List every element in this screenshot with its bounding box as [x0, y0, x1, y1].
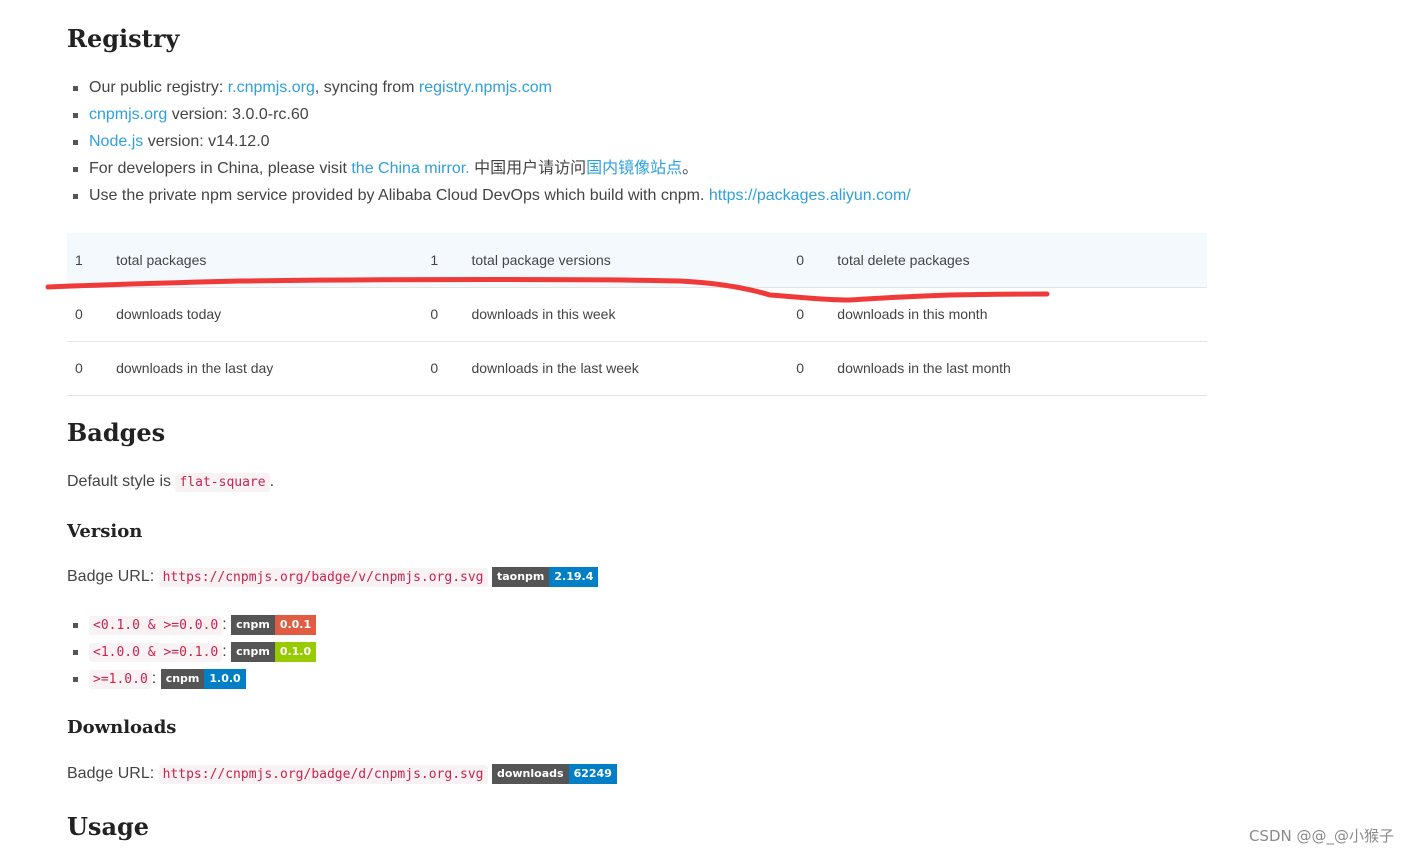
text: For developers in China, please visit — [89, 160, 352, 177]
default-style-text: Default style is flat-square. — [67, 470, 274, 495]
code-range: <1.0.0 & >=0.1.0 — [89, 643, 223, 662]
stat-value: 1 — [430, 251, 439, 268]
stat-label: downloads in the last week — [471, 360, 639, 376]
version-heading: Version — [67, 521, 143, 542]
list-item-cnpmjs-version: cnpmjs.org version: 3.0.0-rc.60 — [67, 103, 911, 130]
stats-table: 1 total packages 1 total package version… — [67, 233, 1207, 396]
list-item-china-mirror: For developers in China, please visit th… — [67, 157, 911, 184]
range-badge: cnpm 0.1.0 — [231, 641, 317, 662]
watermark: CSDN @@_@小猴子 — [1248, 827, 1394, 845]
badge-left: taonpm — [491, 566, 550, 587]
stat-value: 0 — [430, 306, 439, 322]
code-range: <0.1.0 & >=0.0.0 — [89, 616, 223, 635]
table-row: 1 total packages 1 total package version… — [67, 233, 1207, 287]
downloads-heading: Downloads — [67, 717, 177, 738]
badge-left: cnpm — [231, 641, 275, 662]
registry-heading: Registry — [67, 24, 180, 53]
stat-value: 0 — [796, 251, 804, 268]
text: Badge URL: — [67, 568, 159, 585]
badge-right: 0.0.1 — [274, 614, 317, 635]
text: version: 3.0.0-rc.60 — [167, 106, 309, 123]
stat-value: 1 — [75, 251, 83, 268]
stat-label: downloads today — [116, 306, 222, 322]
stat-value: 0 — [75, 306, 83, 322]
text: 。 — [682, 160, 699, 177]
code-range: >=1.0.0 — [89, 670, 152, 689]
stat-label: total delete packages — [837, 251, 970, 268]
stat-value: 0 — [430, 360, 439, 376]
code-version-url: https://cnpmjs.org/badge/v/cnpmjs.org.sv… — [158, 568, 488, 587]
version-badge: taonpm 2.19.4 — [491, 566, 599, 587]
stat-value: 0 — [75, 360, 83, 376]
stat-value: 0 — [796, 306, 804, 322]
range-badge: cnpm 1.0.0 — [160, 668, 246, 689]
list-item: >=1.0.0: cnpm 1.0.0 — [67, 666, 316, 693]
table-row: 0 downloads in the last day 0 downloads … — [67, 341, 1207, 395]
table-row: 0 downloads today 0 downloads in this we… — [67, 287, 1207, 341]
badge-right: 2.19.4 — [549, 566, 599, 587]
link-r-cnpmjs[interactable]: r.cnpmjs.org — [228, 79, 315, 96]
badge-right: 1.0.0 — [204, 668, 246, 689]
stat-label: downloads in this month — [837, 306, 988, 322]
stat-label: downloads in the last day — [116, 360, 274, 376]
badge-left: downloads — [491, 763, 569, 784]
badge-left: cnpm — [160, 668, 205, 689]
version-range-list: <0.1.0 & >=0.0.0: cnpm 0.0.1 <1.0.0 & >=0… — [67, 612, 317, 693]
link-registry-npmjs[interactable]: registry.npmjs.com — [419, 79, 552, 96]
stat-label: total packages — [116, 251, 207, 268]
range-badge: cnpm 0.0.1 — [231, 614, 317, 635]
badge-left: cnpm — [231, 614, 275, 635]
downloads-badge: downloads 62249 — [491, 763, 617, 784]
link-cnpmjs[interactable]: cnpmjs.org — [89, 106, 167, 123]
stat-label: total package versions — [471, 251, 611, 268]
downloads-badge-url: Badge URL: https://cnpmjs.org/badge/d/cn… — [67, 762, 617, 787]
text: Use the private npm service provided by … — [89, 187, 709, 204]
code-downloads-url: https://cnpmjs.org/badge/d/cnpmjs.org.sv… — [158, 765, 488, 784]
stat-label: downloads in the last month — [837, 360, 1011, 376]
link-nodejs[interactable]: Node.js — [89, 133, 143, 150]
badge-right: 0.1.0 — [274, 641, 317, 662]
text: Badge URL: — [67, 765, 159, 782]
text: Our public registry: — [89, 79, 228, 96]
text: , syncing from — [314, 79, 419, 96]
version-badge-url: Badge URL: https://cnpmjs.org/badge/v/cn… — [67, 565, 599, 590]
registry-info-list: Our public registry: r.cnpmjs.org, synci… — [67, 76, 911, 211]
list-item-node-version: Node.js version: v14.12.0 — [67, 130, 911, 157]
link-china-mirror-cn[interactable]: 国内镜像站点 — [586, 160, 682, 177]
badges-heading: Badges — [67, 418, 166, 447]
code-flat-square: flat-square — [175, 473, 270, 492]
text: 中国用户请访问 — [469, 160, 587, 177]
stat-label: downloads in this week — [471, 306, 616, 322]
text: Default style is — [67, 473, 176, 490]
link-china-mirror[interactable]: the China mirror. — [351, 160, 469, 177]
list-item-public-registry: Our public registry: r.cnpmjs.org, synci… — [67, 76, 911, 103]
usage-heading: Usage — [67, 812, 150, 841]
stat-value: 0 — [796, 360, 804, 376]
badge-right: 62249 — [568, 763, 617, 784]
list-item-aliyun: Use the private npm service provided by … — [67, 184, 911, 211]
list-item: <1.0.0 & >=0.1.0: cnpm 0.1.0 — [67, 639, 317, 666]
list-item: <0.1.0 & >=0.0.0: cnpm 0.0.1 — [67, 612, 317, 639]
link-aliyun-packages[interactable]: https://packages.aliyun.com/ — [709, 187, 911, 204]
text: . — [269, 473, 275, 490]
text: version: v14.12.0 — [143, 133, 270, 150]
